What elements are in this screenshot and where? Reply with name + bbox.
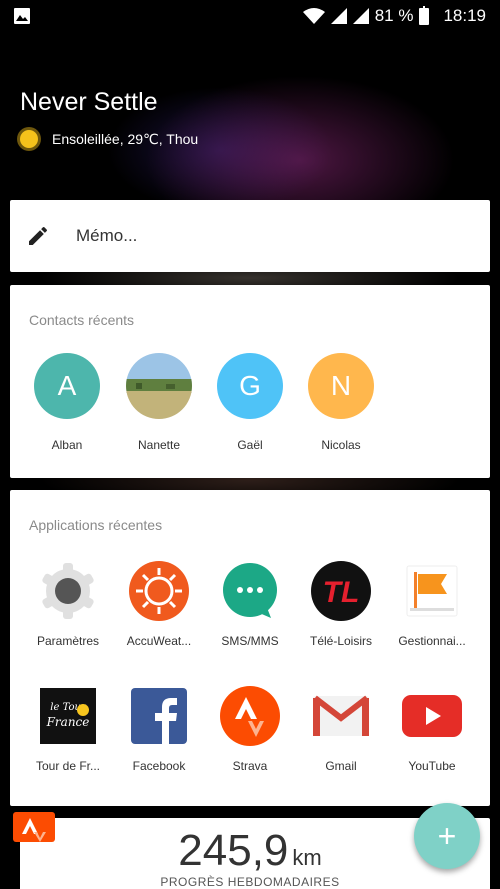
svg-text:TL: TL	[323, 576, 360, 609]
app-label: YouTube	[408, 759, 456, 773]
contact-name: Nicolas	[321, 438, 361, 452]
sun-icon	[20, 130, 38, 148]
contact-name: Gaël	[237, 438, 263, 452]
battery-icon	[419, 5, 430, 25]
app-settings[interactable]: Paramètres	[22, 560, 114, 648]
page-title: Never Settle	[20, 88, 158, 116]
image-notification-icon	[14, 8, 30, 24]
app-facebook[interactable]: Facebook	[113, 685, 205, 773]
contact-name: Nanette	[137, 438, 181, 452]
add-button[interactable]: +	[414, 803, 480, 869]
app-label: Tour de Fr...	[35, 759, 101, 773]
battery-percent: 81 %	[374, 6, 414, 25]
app-label: Gmail	[325, 759, 357, 773]
flag-icon	[401, 560, 463, 622]
contact-name: Alban	[51, 438, 83, 452]
app-label: SMS/MMS	[221, 634, 279, 648]
gear-icon	[37, 560, 99, 622]
avatar-photo	[126, 353, 192, 419]
app-manager[interactable]: Gestionnai...	[386, 560, 478, 648]
app-label: Facebook	[132, 759, 186, 773]
distance-value: 245,9	[178, 826, 289, 875]
message-icon	[219, 560, 281, 622]
contact-item[interactable]: A Alban	[22, 353, 112, 452]
avatar: A	[34, 353, 100, 419]
pencil-icon	[29, 226, 48, 245]
contact-item[interactable]: Nanette	[114, 353, 204, 452]
wifi-icon	[302, 8, 325, 24]
clock: 18:19	[443, 6, 486, 25]
app-accuweather[interactable]: AccuWeat...	[113, 560, 205, 648]
app-youtube[interactable]: YouTube	[386, 685, 478, 773]
tour-de-france-icon: le Tour France	[37, 685, 99, 747]
contact-item[interactable]: G Gaël	[205, 353, 295, 452]
app-label: Paramètres	[36, 634, 100, 648]
memo-label: Mémo...	[76, 226, 138, 245]
recent-apps-card: Applications récentes Paramètres AccuWea…	[10, 490, 490, 806]
avatar: N	[308, 353, 374, 419]
status-bar: 81 % 18:19	[0, 0, 500, 32]
app-label: Télé-Loisirs	[309, 634, 372, 648]
app-strava[interactable]: Strava	[204, 685, 296, 773]
youtube-icon	[401, 685, 463, 747]
avatar: G	[217, 353, 283, 419]
app-sms[interactable]: SMS/MMS	[204, 560, 296, 648]
sun-icon	[128, 560, 190, 622]
distance-unit: km	[292, 845, 322, 870]
app-label: Gestionnai...	[398, 634, 466, 648]
strava-icon	[219, 685, 281, 747]
app-label: Strava	[232, 759, 268, 773]
widget-subtitle: PROGRÈS HEBDOMADAIRES	[160, 875, 340, 889]
signal-icon	[330, 8, 347, 24]
contact-item[interactable]: N Nicolas	[296, 353, 386, 452]
recent-contacts-card: Contacts récents A Alban Nanette G Gaël …	[10, 285, 490, 478]
signal-icon-2	[352, 8, 369, 24]
app-gmail[interactable]: Gmail	[295, 685, 387, 773]
weather-text: Ensoleillée, 29℃, Thou	[52, 130, 199, 147]
app-tele-loisirs[interactable]: TL Télé-Loisirs	[295, 560, 387, 648]
tl-icon: TL	[310, 560, 372, 622]
gmail-icon	[310, 685, 372, 747]
app-tour-de-france[interactable]: le Tour France Tour de Fr...	[22, 685, 114, 773]
section-title: Contacts récents	[29, 312, 135, 328]
memo-card[interactable]: Mémo...	[10, 200, 490, 272]
weather-widget[interactable]: Ensoleillée, 29℃, Thou	[20, 130, 198, 148]
svg-text:France: France	[46, 715, 90, 729]
section-title: Applications récentes	[29, 517, 163, 533]
facebook-icon	[128, 685, 190, 747]
app-label: AccuWeat...	[126, 634, 192, 648]
